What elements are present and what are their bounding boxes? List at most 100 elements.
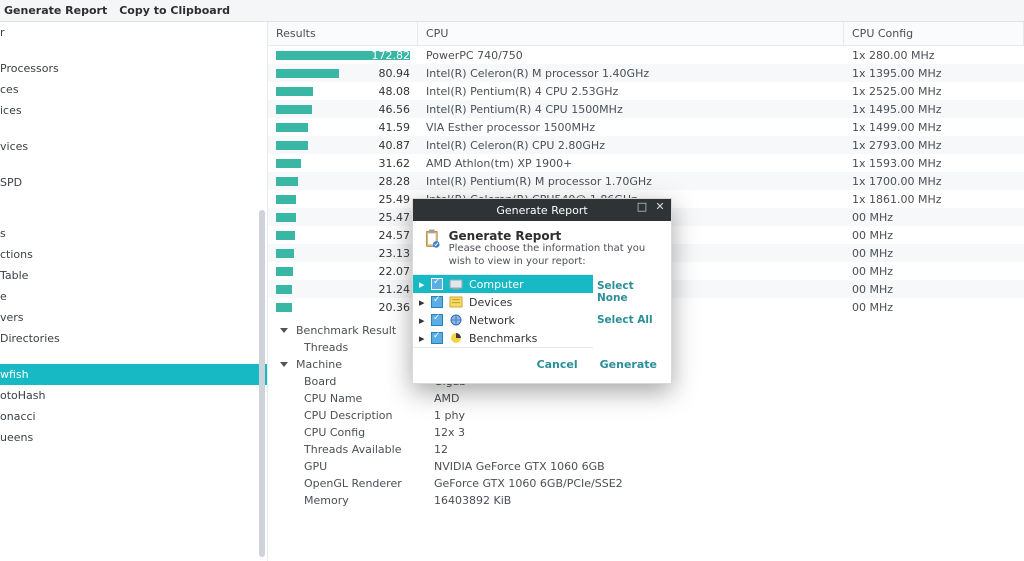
result-value: 48.08	[379, 85, 419, 98]
sidebar-item[interactable]: ueens	[0, 427, 267, 448]
result-bar: 172.82	[268, 49, 418, 62]
cpu-config-cell: 1x 1499.00 MHz	[844, 121, 1024, 134]
ogl-label: OpenGL Renderer	[304, 477, 434, 490]
expand-icon[interactable]: ▸	[419, 314, 425, 327]
cpu-config-cell: 1x 1593.00 MHz	[844, 157, 1024, 170]
result-bar: 25.47	[268, 211, 418, 224]
cpuname-value: AMD	[434, 392, 1012, 405]
sidebar-item[interactable]: vices	[0, 136, 267, 157]
sidebar-item[interactable]: s	[0, 223, 267, 244]
caret-icon[interactable]	[280, 362, 288, 367]
cpu-config-cell: 1x 280.00 MHz	[844, 49, 1024, 62]
result-bar: 28.28	[268, 175, 418, 188]
result-value: 28.28	[379, 175, 419, 188]
generate-report-button[interactable]: Generate Report	[4, 4, 107, 17]
sidebar-item[interactable]: vers	[0, 307, 267, 328]
result-bar: 20.36	[268, 301, 418, 314]
col-results[interactable]: Results	[268, 22, 418, 45]
cpucfg-label: CPU Config	[304, 426, 434, 439]
sidebar-separator	[0, 349, 267, 364]
result-value: 25.49	[379, 193, 419, 206]
caret-icon[interactable]	[280, 328, 288, 333]
table-row[interactable]: 28.28Intel(R) Pentium(R) M processor 1.7…	[268, 172, 1024, 190]
maximize-icon[interactable]: □	[635, 201, 649, 215]
cpu-cell: Intel(R) Celeron(R) CPU 2.80GHz	[418, 139, 844, 152]
checkbox[interactable]	[431, 314, 443, 326]
result-bar: 23.13	[268, 247, 418, 260]
table-row[interactable]: 80.94Intel(R) Celeron(R) M processor 1.4…	[268, 64, 1024, 82]
copy-clipboard-button[interactable]: Copy to Clipboard	[119, 4, 230, 17]
clipboard-icon	[423, 229, 441, 261]
table-row[interactable]: 46.56Intel(R) Pentium(R) 4 CPU 1500MHz1x…	[268, 100, 1024, 118]
cpu-cell: Intel(R) Pentium(R) 4 CPU 2.53GHz	[418, 85, 844, 98]
report-tree: ▸Computer▸Devices▸Network▸Benchmarks	[413, 274, 593, 348]
result-value: 24.57	[379, 229, 419, 242]
thravail-label: Threads Available	[304, 443, 434, 456]
result-bar: 25.49	[268, 193, 418, 206]
sidebar-item[interactable]: Processors	[0, 58, 267, 79]
tree-item[interactable]: ▸Devices	[413, 293, 593, 311]
cpu-config-cell: 1x 2793.00 MHz	[844, 139, 1024, 152]
table-row[interactable]: 172.82PowerPC 740/7501x 280.00 MHz	[268, 46, 1024, 64]
col-cpu[interactable]: CPU	[418, 22, 844, 45]
category-icon	[449, 296, 463, 308]
select-none-button[interactable]: Select None	[597, 280, 665, 304]
toolbar: Generate Report Copy to Clipboard	[0, 0, 1024, 22]
cpudesc-value: 1 phy	[434, 409, 1012, 422]
tree-item-label: Network	[469, 314, 515, 327]
gpu-value: NVIDIA GeForce GTX 1060 6GB	[434, 460, 1012, 473]
select-all-button[interactable]: Select All	[597, 314, 665, 326]
section-machine: Machine	[296, 358, 342, 371]
tree-item-label: Benchmarks	[469, 332, 537, 345]
result-bar: 80.94	[268, 67, 418, 80]
sidebar-item[interactable]: otoHash	[0, 385, 267, 406]
table-row[interactable]: 31.62AMD Athlon(tm) XP 1900+1x 1593.00 M…	[268, 154, 1024, 172]
sidebar-item[interactable]: SPD	[0, 172, 267, 193]
dialog-titlebar[interactable]: Generate Report □ ✕	[413, 199, 671, 221]
sidebar-item[interactable]: r	[0, 22, 267, 43]
sidebar-item[interactable]: e	[0, 286, 267, 307]
checkbox[interactable]	[431, 296, 443, 308]
cpu-config-cell: 00 MHz	[844, 211, 1024, 224]
table-row[interactable]: 40.87Intel(R) Celeron(R) CPU 2.80GHz1x 2…	[268, 136, 1024, 154]
cpudesc-label: CPU Description	[304, 409, 434, 422]
expand-icon[interactable]: ▸	[419, 296, 425, 309]
table-row[interactable]: 41.59VIA Esther processor 1500MHz1x 1499…	[268, 118, 1024, 136]
result-bar: 22.07	[268, 265, 418, 278]
tree-item-label: Computer	[469, 278, 524, 291]
cpu-config-cell: 1x 1495.00 MHz	[844, 103, 1024, 116]
sidebar-item[interactable]: Table	[0, 265, 267, 286]
sidebar-item[interactable]: ces	[0, 79, 267, 100]
checkbox[interactable]	[431, 332, 443, 344]
tree-item[interactable]: ▸ Network	[413, 311, 593, 329]
close-icon[interactable]: ✕	[653, 201, 667, 215]
sidebar-item[interactable]: ctions	[0, 244, 267, 265]
sidebar-item[interactable]: onacci	[0, 406, 267, 427]
result-bar: 41.59	[268, 121, 418, 134]
tree-item[interactable]: ▸ Computer	[413, 275, 593, 293]
checkbox[interactable]	[431, 278, 443, 290]
dialog-title: Generate Report	[496, 204, 587, 217]
cpuname-label: CPU Name	[304, 392, 434, 405]
sidebar-item[interactable]: Directories	[0, 328, 267, 349]
expand-icon[interactable]: ▸	[419, 332, 425, 345]
expand-icon[interactable]: ▸	[419, 278, 425, 291]
generate-button[interactable]: Generate	[600, 358, 657, 371]
result-value: 22.07	[379, 265, 419, 278]
result-value: 41.59	[379, 121, 419, 134]
col-cpu-config[interactable]: CPU Config	[844, 22, 1024, 45]
sidebar-item[interactable]: wfish	[0, 364, 267, 385]
tree-item[interactable]: ▸ Benchmarks	[413, 329, 593, 347]
dialog-subtext: Please choose the information that you w…	[449, 243, 661, 268]
sidebar-separator	[0, 208, 267, 223]
result-bar: 24.57	[268, 229, 418, 242]
cancel-button[interactable]: Cancel	[537, 358, 578, 371]
table-row[interactable]: 48.08Intel(R) Pentium(R) 4 CPU 2.53GHz1x…	[268, 82, 1024, 100]
section-benchmark-result: Benchmark Result	[296, 324, 396, 337]
sidebar-scrollbar[interactable]	[259, 210, 265, 557]
cpu-cell: VIA Esther processor 1500MHz	[418, 121, 844, 134]
result-value: 31.62	[379, 157, 419, 170]
sidebar-item[interactable]: ices	[0, 100, 267, 121]
result-value: 23.13	[379, 247, 419, 260]
result-bar: 21.24	[268, 283, 418, 296]
